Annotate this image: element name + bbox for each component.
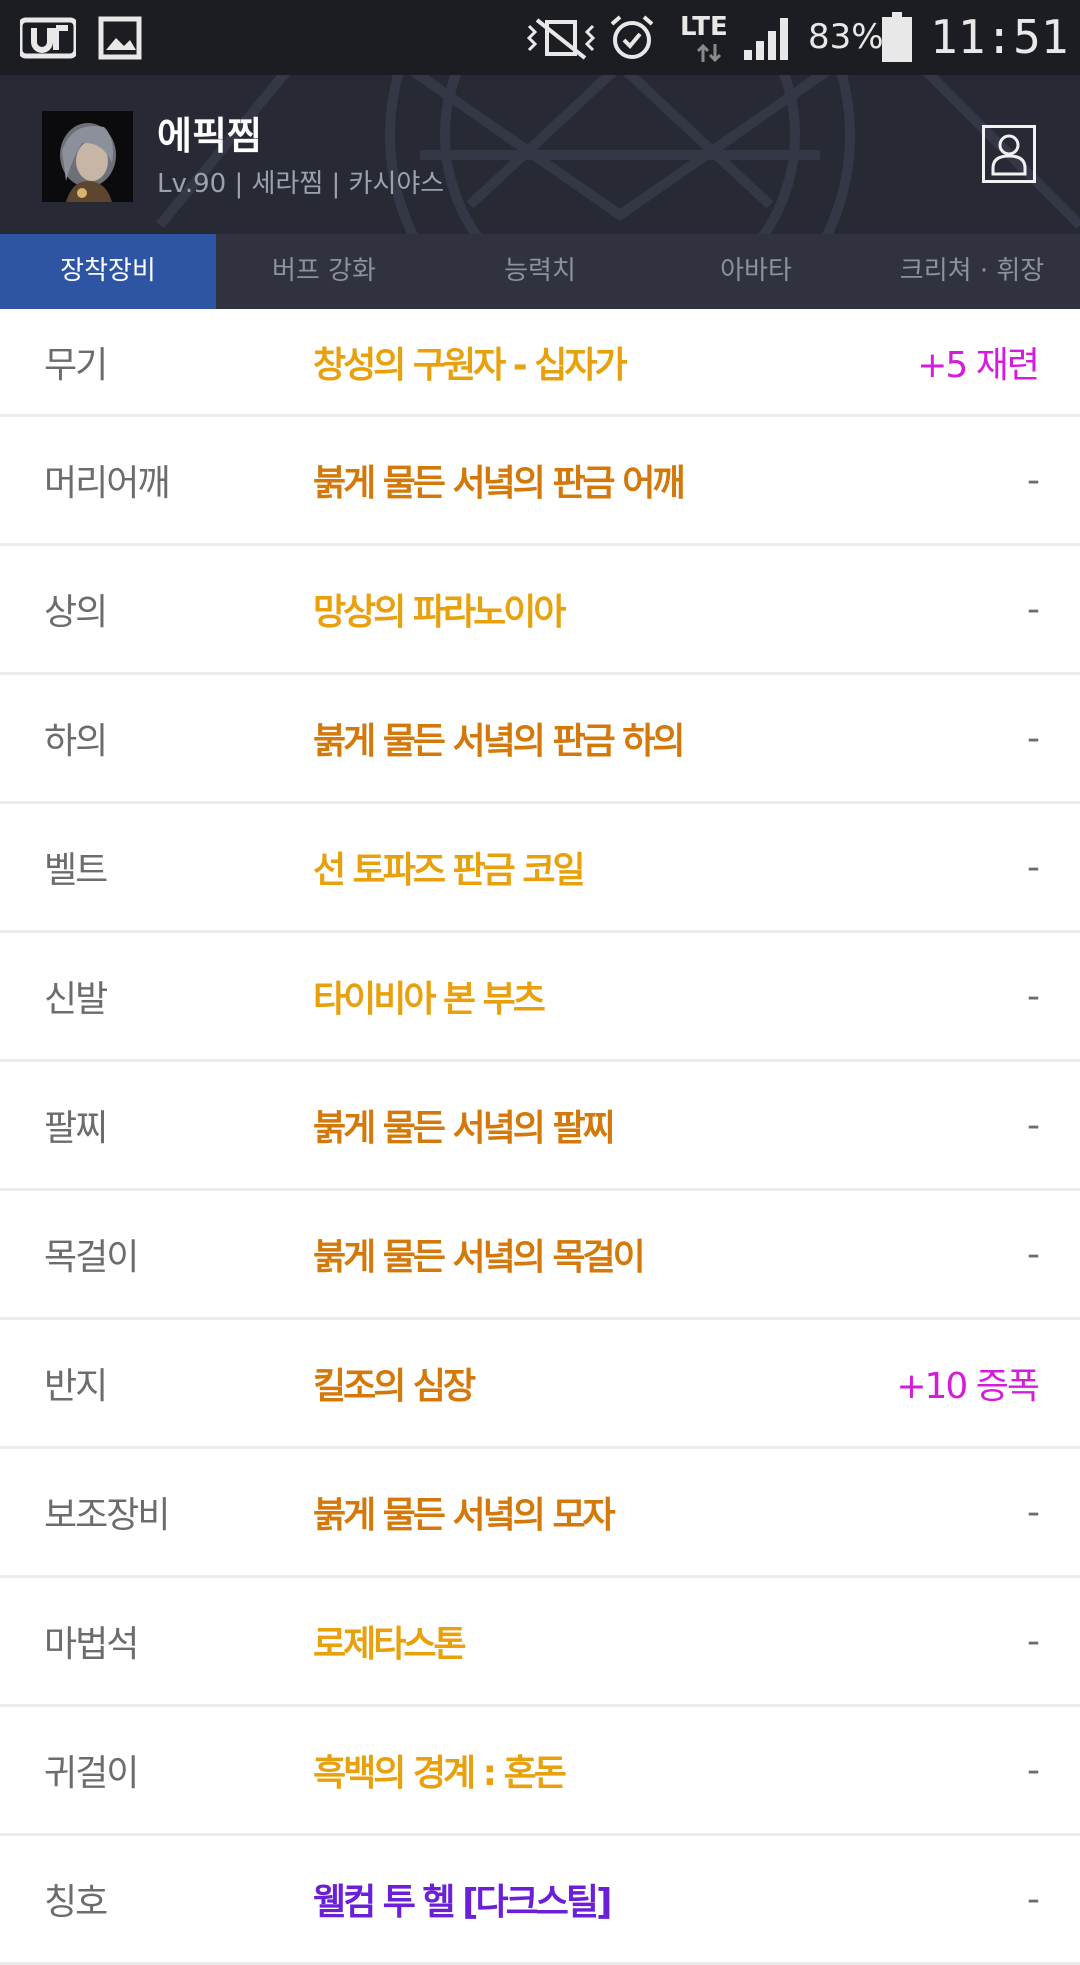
- character-subtitle: Lv.90 | 세라찜 | 카시야스: [157, 169, 445, 199]
- list-item[interactable]: 상의 망상의 파라노이아 -: [0, 546, 1080, 675]
- item-name: 붉게 물든 서녘의 목걸이: [313, 1237, 646, 1278]
- profile-button[interactable]: [982, 125, 1036, 183]
- slot-label: 상의: [44, 592, 108, 633]
- slot-label: 보조장비: [44, 1495, 170, 1536]
- slot-label: 반지: [44, 1366, 108, 1407]
- item-name: 창성의 구원자 - 십자가: [313, 344, 628, 386]
- list-item[interactable]: 신발 타이비아 본 부츠 -: [0, 933, 1080, 1062]
- battery-percent: 83%: [808, 17, 884, 57]
- equipment-list: 무기 창성의 구원자 - 십자가 +5 재련 머리어깨 붉게 물든 서녘의 판금…: [0, 309, 1080, 1965]
- item-name: 붉게 물든 서녘의 팔찌: [313, 1108, 616, 1149]
- tab-bar: 장착장비 버프 강화 능력치 아바타 크리쳐 · 휘장: [0, 234, 1080, 309]
- person-icon: [991, 134, 1027, 176]
- character-name: 에픽찜: [157, 114, 262, 158]
- item-name: 붉게 물든 서녘의 판금 어깨: [313, 463, 685, 504]
- tab-avatar[interactable]: 아바타: [648, 234, 864, 309]
- alarm-icon: [608, 14, 656, 66]
- slot-label: 머리어깨: [44, 463, 170, 504]
- status-bar: LTE 83% 11:51: [0, 0, 1080, 75]
- slot-label: 칭호: [44, 1882, 108, 1923]
- item-name: 붉게 물든 서녘의 판금 하의: [313, 721, 685, 762]
- tab-creature-emblem[interactable]: 크리쳐 · 휘장: [864, 234, 1080, 309]
- enchant-value: -: [1027, 1749, 1040, 1791]
- slot-label: 팔찌: [44, 1108, 108, 1149]
- enchant-value: -: [1027, 846, 1040, 888]
- item-name: 붉게 물든 서녘의 모자: [313, 1495, 616, 1536]
- vibrate-off-icon: [525, 16, 597, 64]
- carrier-icon: [17, 14, 79, 66]
- list-item[interactable]: 팔찌 붉게 물든 서녘의 팔찌 -: [0, 1062, 1080, 1191]
- item-name: 킬조의 심장: [313, 1366, 476, 1407]
- signal-icon: [742, 14, 794, 66]
- item-name: 타이비아 본 부츠: [313, 979, 546, 1020]
- tab-equipment[interactable]: 장착장비: [0, 234, 216, 309]
- slot-label: 목걸이: [44, 1237, 139, 1278]
- enchant-value: -: [1027, 1491, 1040, 1533]
- list-item[interactable]: 귀걸이 흑백의 경계 : 혼돈 -: [0, 1707, 1080, 1836]
- gallery-icon: [98, 16, 142, 64]
- slot-label: 귀걸이: [44, 1753, 139, 1794]
- enchant-value: -: [1027, 1620, 1040, 1662]
- item-name: 웰컴 투 헬 [다크스틸]: [313, 1882, 612, 1923]
- enchant-value: -: [1027, 1878, 1040, 1920]
- list-item[interactable]: 칭호 웰컴 투 헬 [다크스틸] -: [0, 1836, 1080, 1965]
- list-item[interactable]: 보조장비 붉게 물든 서녘의 모자 -: [0, 1449, 1080, 1578]
- item-name: 선 토파즈 판금 코일: [313, 850, 586, 891]
- list-item[interactable]: 머리어깨 붉게 물든 서녘의 판금 어깨 -: [0, 417, 1080, 546]
- list-item[interactable]: 무기 창성의 구원자 - 십자가 +5 재련: [0, 309, 1080, 417]
- slot-label: 마법석: [44, 1624, 139, 1665]
- enchant-value: +5 재련: [917, 344, 1040, 386]
- battery-icon: [882, 12, 912, 66]
- clock: 11:51: [930, 10, 1069, 64]
- item-name: 흑백의 경계 : 혼돈: [313, 1753, 567, 1794]
- list-item[interactable]: 반지 킬조의 심장 +10 증폭: [0, 1320, 1080, 1449]
- tab-buff-enhance[interactable]: 버프 강화: [216, 234, 432, 309]
- item-name: 로제타스톤: [313, 1624, 467, 1665]
- enchant-value: +10 증폭: [896, 1366, 1040, 1407]
- slot-label: 무기: [44, 344, 108, 386]
- slot-label: 하의: [44, 721, 108, 762]
- slot-label: 벨트: [44, 850, 108, 891]
- enchant-value: -: [1027, 1233, 1040, 1275]
- slot-label: 신발: [44, 979, 108, 1020]
- list-item[interactable]: 마법석 로제타스톤 -: [0, 1578, 1080, 1707]
- enchant-value: -: [1027, 975, 1040, 1017]
- enchant-value: -: [1027, 1104, 1040, 1146]
- tab-stats[interactable]: 능력치: [432, 234, 648, 309]
- list-item[interactable]: 하의 붉게 물든 서녘의 판금 하의 -: [0, 675, 1080, 804]
- enchant-value: -: [1027, 459, 1040, 501]
- data-transfer-icon: [694, 42, 724, 68]
- profile-header: 에픽찜 Lv.90 | 세라찜 | 카시야스: [0, 75, 1080, 234]
- avatar: [42, 111, 133, 202]
- enchant-value: -: [1027, 717, 1040, 759]
- enchant-value: -: [1027, 588, 1040, 630]
- list-item[interactable]: 목걸이 붉게 물든 서녘의 목걸이 -: [0, 1191, 1080, 1320]
- item-name: 망상의 파라노이아: [313, 592, 566, 633]
- list-item[interactable]: 벨트 선 토파즈 판금 코일 -: [0, 804, 1080, 933]
